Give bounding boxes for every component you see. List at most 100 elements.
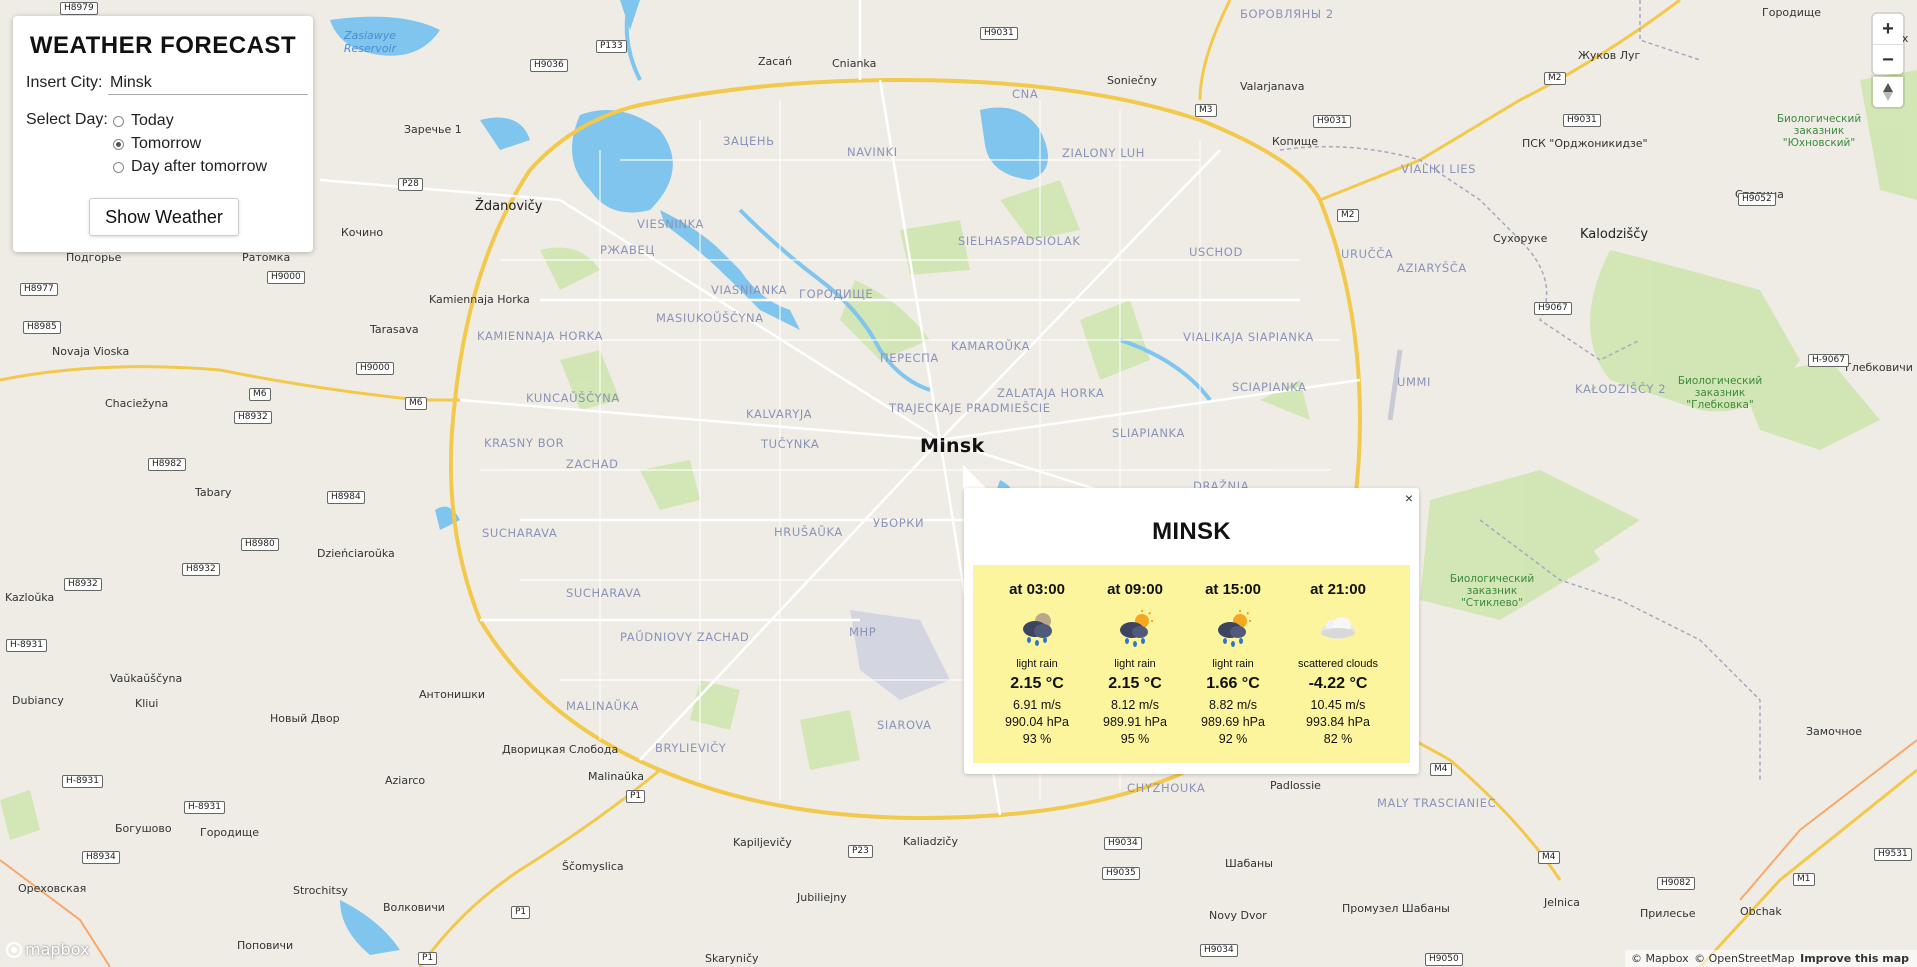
road-shield: H9000: [356, 362, 394, 375]
map-district-sliapianka: SLIAPIANKA: [1112, 426, 1185, 440]
day-option-label: Day after tomorrow: [131, 158, 268, 175]
light-rain-day-icon: [1218, 610, 1251, 647]
road-shield: P28: [398, 178, 423, 191]
zoom-control: + −: [1873, 14, 1903, 74]
map-label-novaja-vioska: Novaja Vioska: [52, 345, 130, 358]
map-district-sciapianka: SCIAPIANKA: [1232, 380, 1307, 394]
map-district-zachad: ZACHAD: [566, 457, 619, 471]
road-shield: M4: [1538, 851, 1560, 864]
road-shield: P133: [596, 40, 627, 53]
road-shield: P1: [418, 952, 438, 965]
radio-day-after-tomorrow[interactable]: [113, 161, 124, 173]
road-shield: H-8931: [6, 639, 47, 652]
map-district-chyzhouka: CHYZHOUKA: [1127, 781, 1206, 795]
road-shield: P1: [626, 790, 646, 803]
map-label-padlossie: Padlossie: [1270, 779, 1321, 792]
popup-tip: [963, 465, 987, 489]
map-label-kaliadzicy: Kaliadzičy: [903, 835, 958, 848]
forecast-time: at 09:00: [1107, 581, 1163, 598]
map-label-cnianka: Cnianka: [832, 57, 877, 70]
road-shield: M1: [1793, 873, 1815, 886]
map-district-siarova: SIAROVA: [877, 718, 932, 732]
day-option-label: Today: [131, 112, 174, 129]
road-shield: H9035: [1102, 867, 1140, 880]
road-shield: H9050: [1425, 953, 1463, 966]
day-option-day-after-tomorrow[interactable]: Day after tomorrow: [113, 158, 267, 176]
road-shield: H9031: [1313, 115, 1351, 128]
map-label-gorodische-w: Городище: [200, 826, 260, 839]
road-shield: H9052: [1738, 193, 1776, 206]
map-label-dubiancy: Dubiancy: [12, 694, 64, 707]
map-label-promuzel: Промузел Шабаны: [1342, 902, 1450, 915]
panel-title: WEATHER FORECAST: [29, 32, 297, 59]
map-district-cna: CNA: [1012, 87, 1039, 101]
map-label-dvorickaya: Дворицкая Слобода: [502, 743, 619, 756]
map-water-zaslawye: Zaslawye Reservoir: [343, 29, 397, 55]
map-label-jubiliejny: Jubiliejny: [797, 891, 847, 904]
map-label-kochino: Кочино: [341, 226, 384, 239]
road-shield: H9082: [1657, 877, 1695, 890]
map-district-kuncauscyna: KUNCAŬŠČYNA: [526, 391, 620, 405]
map-label-dziencarouka: Dzieńciaroŭka: [317, 547, 395, 560]
map-airport-ummi: UMMI: [1397, 375, 1432, 389]
forecast-description: light rain: [1114, 658, 1156, 670]
road-shield: H9031: [1563, 114, 1601, 127]
radio-today[interactable]: [113, 115, 124, 127]
popup-close-button[interactable]: ×: [1405, 490, 1413, 506]
forecast-temperature: 2.15 °C: [1010, 675, 1064, 692]
map-label-obchak: Obchak: [1740, 905, 1782, 918]
show-weather-button[interactable]: Show Weather: [89, 198, 239, 236]
map-label-tabary: Tabary: [195, 486, 232, 499]
map-label-ratomka: Ратомка: [242, 251, 291, 264]
mapbox-attribution-link[interactable]: © Mapbox: [1631, 952, 1689, 965]
map-label-kalodziscy: Kalodzіščy: [1580, 227, 1649, 242]
map-label-zdanovicy: Ždanovičy: [475, 199, 543, 214]
map-district-krasny-bor: KRASNY BOR: [484, 436, 565, 450]
map-attribution: © Mapbox © OpenStreetMap Improve this ma…: [1625, 950, 1917, 967]
forecast-wind: 8.12 m/s: [1111, 698, 1159, 712]
road-shield: H-9067: [1808, 354, 1849, 367]
road-shield: H8932: [64, 578, 102, 591]
map-label-glebkovichi: Глебковичи: [1845, 361, 1913, 374]
map-label-chaciezyna: Chaciežyna: [105, 397, 169, 410]
map-label-jelnica: Jelnica: [1544, 896, 1580, 909]
road-shield: H8980: [241, 538, 279, 551]
day-option-tomorrow[interactable]: Tomorrow: [113, 135, 201, 153]
map-district-gorodishche: ГОРОДИЩЕ: [799, 287, 874, 301]
zoom-in-button[interactable]: +: [1873, 14, 1903, 44]
road-shield: M2: [1337, 209, 1359, 222]
popup-city-title: MINSK: [1152, 518, 1231, 545]
map-district-paudniovy-zachad: PAŬDNIOVY ZACHAD: [620, 630, 750, 644]
map-district-kalodziscy-2: KAŁODZIŠČY 2: [1575, 382, 1667, 396]
zoom-out-button[interactable]: −: [1873, 44, 1903, 75]
map-district-masiukouscyna: MASIUKOŬŠČYNA: [656, 311, 764, 325]
map-label-strochitsy: Strochitsy: [293, 884, 348, 897]
mapbox-logo-text: mapbox: [25, 940, 90, 959]
compass-button[interactable]: [1873, 77, 1903, 107]
city-input[interactable]: [108, 72, 308, 95]
map-district-brylievicy: BRYLIEVIČY: [655, 741, 727, 755]
road-shield: M6: [249, 388, 271, 401]
road-shield: M4: [1430, 763, 1452, 776]
forecast-temperature: 1.66 °C: [1206, 675, 1260, 692]
road-shield: H9031: [980, 27, 1018, 40]
osm-attribution-link[interactable]: © OpenStreetMap: [1694, 952, 1795, 965]
map-label-sukhoruke: Сухоруке: [1493, 232, 1548, 245]
map-district-viasnianka: VIASNIANKA: [711, 283, 788, 297]
map-label-antonishki: Антонишки: [419, 688, 486, 701]
map-label-tarasava: Tarasava: [370, 323, 419, 336]
forecast-description: light rain: [1016, 658, 1058, 670]
road-shield: H8982: [148, 458, 186, 471]
light-rain-night-icon: [1023, 613, 1052, 646]
mapbox-logo[interactable]: mapbox: [6, 940, 89, 959]
day-option-today[interactable]: Today: [113, 112, 174, 130]
road-shield: H8979: [60, 2, 98, 15]
map-label-aziarco: Aziarco: [385, 774, 426, 787]
weather-popup: × MINSK at 03:00 light rain 2.15 °C 6.91…: [964, 488, 1419, 774]
map-district-vialikaja-siapianka: VIALIKAJA SIAPIANKA: [1183, 330, 1314, 344]
forecast-description: scattered clouds: [1297, 658, 1379, 670]
improve-map-link[interactable]: Improve this map: [1800, 952, 1909, 965]
map-label-novy-dvor-ru: Новый Двор: [270, 712, 340, 725]
mapbox-icon: [6, 941, 22, 958]
radio-tomorrow[interactable]: [113, 138, 124, 150]
